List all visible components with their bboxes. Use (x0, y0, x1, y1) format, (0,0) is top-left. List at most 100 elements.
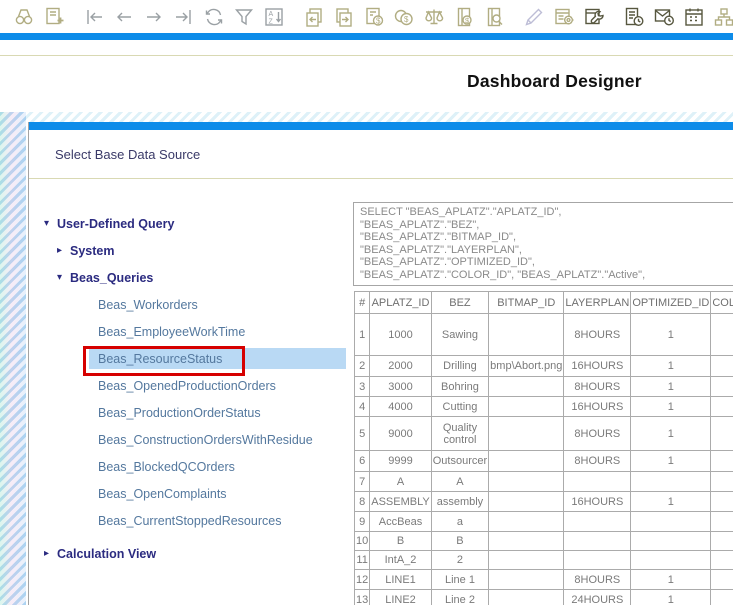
table-cell: Drilling (431, 356, 488, 377)
table-cell (489, 532, 564, 551)
table-cell: 1 (631, 451, 711, 472)
table-cell: IntA_2 (370, 551, 432, 570)
tree-item-beas-opencomplaints[interactable]: Beas_OpenComplaints (29, 480, 359, 507)
table-cell (489, 472, 564, 492)
table-cell: 1 (631, 377, 711, 397)
toolbar-icon-edit[interactable] (522, 5, 546, 29)
toolbar-icon-gross-profit[interactable] (422, 5, 446, 29)
toolbar-icon-calendar[interactable] (682, 5, 706, 29)
table-cell: 9999 (370, 451, 432, 472)
toolbar-icon-form-settings[interactable] (552, 5, 576, 29)
tree-item-beas-openedproductionorders[interactable]: Beas_OpenedProductionOrders (29, 372, 359, 399)
toolbar-icon-message-alert[interactable] (652, 5, 676, 29)
table-cell (631, 472, 711, 492)
table-row: 44000Cutting16HOURS1 (355, 397, 733, 417)
tree-item-label: Beas_Workorders (98, 298, 198, 312)
table-cell: 16HOURS (564, 397, 631, 417)
toolbar-icon-payment-means[interactable]: $ (392, 5, 416, 29)
panel-divider (29, 178, 733, 179)
tree-item-label: Beas_EmployeeWorkTime (98, 325, 245, 339)
tree-item-beas-blockedqcorders[interactable]: Beas_BlockedQCOrders (29, 453, 359, 480)
toolbar-icon-find[interactable] (12, 5, 36, 29)
tree-item-beas-productionorderstatus[interactable]: Beas_ProductionOrderStatus (29, 399, 359, 426)
table-cell: 8HOURS (564, 570, 631, 590)
panel-title: Select Base Data Source (55, 147, 200, 162)
tree-item-beas-constructionorderswithresidue[interactable]: Beas_ConstructionOrdersWithResidue (29, 426, 359, 453)
table-cell (564, 551, 631, 570)
toolbar-icon-previous-record[interactable] (112, 5, 136, 29)
tree-item-beas-employeeworktime[interactable]: Beas_EmployeeWorkTime (29, 318, 359, 345)
table-cell: 24HOURS (564, 590, 631, 605)
table-cell: 12 (355, 570, 370, 590)
table-cell (489, 451, 564, 472)
table-cell: 16HOURS (564, 356, 631, 377)
triangle-right-icon[interactable]: ▸ (44, 548, 57, 559)
tree-item-label: Beas_ConstructionOrdersWithResidue (98, 433, 313, 447)
table-row: 12LINE1Line 18HOURS1 (355, 570, 733, 590)
header-thin-divider (0, 55, 733, 56)
toolbar-icon-base-document[interactable]: $ (452, 5, 476, 29)
table-cell: 1 (631, 492, 711, 512)
table-row: 33000Bohring8HOURS1 (355, 377, 733, 397)
table-cell (711, 512, 733, 532)
table-cell (711, 314, 733, 356)
toolbar-icon-add-record[interactable] (42, 5, 66, 29)
table-cell (489, 570, 564, 590)
table-cell: 1 (631, 314, 711, 356)
table-cell (711, 377, 733, 397)
table-cell: assembly (431, 492, 488, 512)
toolbar-icon-refresh[interactable] (202, 5, 226, 29)
toolbar-icon-first-record[interactable] (82, 5, 106, 29)
table-cell: 1000 (370, 314, 432, 356)
annotation-highlight-box (83, 346, 245, 376)
column-header: BITMAP_ID (489, 292, 564, 314)
toolbar-icon-org-chart[interactable] (712, 5, 733, 29)
tree-item-beas-queries[interactable]: ▾Beas_Queries (29, 264, 359, 291)
toolbar-icon-document-payment[interactable]: $ (362, 5, 386, 29)
toolbar-icon-next-record[interactable] (142, 5, 166, 29)
triangle-right-icon[interactable]: ▸ (57, 245, 70, 256)
toolbar-icon-last-record[interactable] (172, 5, 196, 29)
tree-item-system[interactable]: ▸System (29, 237, 359, 264)
table-cell: 4 (355, 397, 370, 417)
header-blue-divider (0, 33, 733, 40)
table-cell: 2000 (370, 356, 432, 377)
toolbar-icon-filter[interactable] (232, 5, 256, 29)
triangle-down-icon[interactable]: ▾ (44, 218, 57, 229)
tree-item-calculation-view[interactable]: ▸Calculation View (29, 540, 359, 567)
toolbar-icon-document-find[interactable] (482, 5, 506, 29)
table-cell: AccBeas (370, 512, 432, 532)
sql-line: "BEAS_APLATZ"."BITMAP_ID", (360, 231, 733, 244)
sql-line: "BEAS_APLATZ"."LAYERPLAN", (360, 244, 733, 257)
table-cell: 2 (355, 356, 370, 377)
toolbar-icon-copy-to[interactable] (332, 5, 356, 29)
svg-text:A: A (269, 11, 274, 18)
toolbar-icon-sort[interactable]: AZ (262, 5, 286, 29)
table-cell (631, 512, 711, 532)
table-cell: 8 (355, 492, 370, 512)
table-cell (711, 472, 733, 492)
table-cell (489, 397, 564, 417)
table-cell (489, 551, 564, 570)
tree-item-user-defined-query[interactable]: ▾User-Defined Query (29, 210, 359, 237)
tree-item-label: Beas_CurrentStoppedResources (98, 514, 281, 528)
toolbar-icon-copy-from[interactable] (302, 5, 326, 29)
svg-text:$: $ (376, 16, 381, 25)
table-cell (489, 417, 564, 451)
toolbar-icon-form-tools[interactable] (582, 5, 606, 29)
sql-line: "BEAS_APLATZ"."COLOR_ID", "BEAS_APLATZ".… (360, 269, 733, 282)
sql-line: "BEAS_APLATZ"."BEZ", (360, 219, 733, 232)
table-cell: Bohring (431, 377, 488, 397)
tree-item-beas-currentstoppedresources[interactable]: Beas_CurrentStoppedResources (29, 507, 359, 534)
table-cell: Sawing (431, 314, 488, 356)
column-header: OPTIMIZED_ID (631, 292, 711, 314)
table-cell (711, 551, 733, 570)
sql-query-preview: SELECT "BEAS_APLATZ"."APLATZ_ID","BEAS_A… (353, 202, 733, 286)
table-cell (489, 314, 564, 356)
toolbar-icon-approval-status[interactable] (622, 5, 646, 29)
dashboard-designer-window: AZ$$$ Dashboard Designer Select Base Dat… (0, 0, 733, 605)
table-cell: 3000 (370, 377, 432, 397)
triangle-down-icon[interactable]: ▾ (57, 272, 70, 283)
tree-item-beas-workorders[interactable]: Beas_Workorders (29, 291, 359, 318)
table-cell: 6 (355, 451, 370, 472)
